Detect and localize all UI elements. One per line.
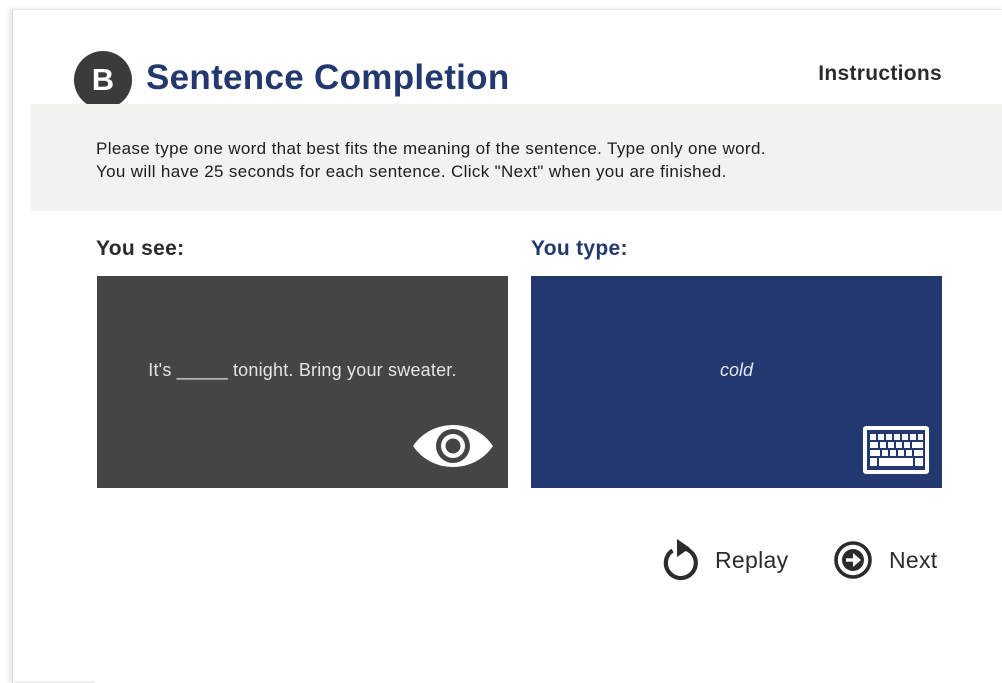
example-sentence: It's _____ tonight. Bring your sweater.: [148, 360, 457, 380]
replay-icon: [663, 539, 698, 581]
you-see-label: You see:: [96, 237, 185, 260]
keyboard-icon: [863, 426, 929, 474]
instruction-line: Please type one word that best fits the …: [96, 139, 766, 158]
replay-button[interactable]: Replay: [659, 538, 788, 582]
instruction-text: Please type one word that best fits the …: [96, 137, 936, 183]
next-button[interactable]: Next: [833, 538, 938, 582]
you-type-panel: cold: [531, 276, 942, 488]
you-type-label: You type:: [531, 237, 628, 260]
example-answer: cold: [719, 360, 754, 380]
next-label: Next: [889, 546, 938, 573]
instruction-line: You will have 25 seconds for each senten…: [96, 162, 727, 181]
you-see-panel: It's _____ tonight. Bring your sweater.: [97, 276, 508, 488]
instructions-link[interactable]: Instructions: [818, 62, 942, 86]
page-title: Sentence Completion: [146, 58, 510, 97]
arrow-right-circle-icon: [834, 541, 872, 579]
eye-icon: [413, 425, 493, 467]
section-badge: B: [74, 51, 132, 109]
page: B Sentence Completion Instructions Pleas…: [0, 0, 1002, 683]
replay-label: Replay: [715, 546, 789, 573]
